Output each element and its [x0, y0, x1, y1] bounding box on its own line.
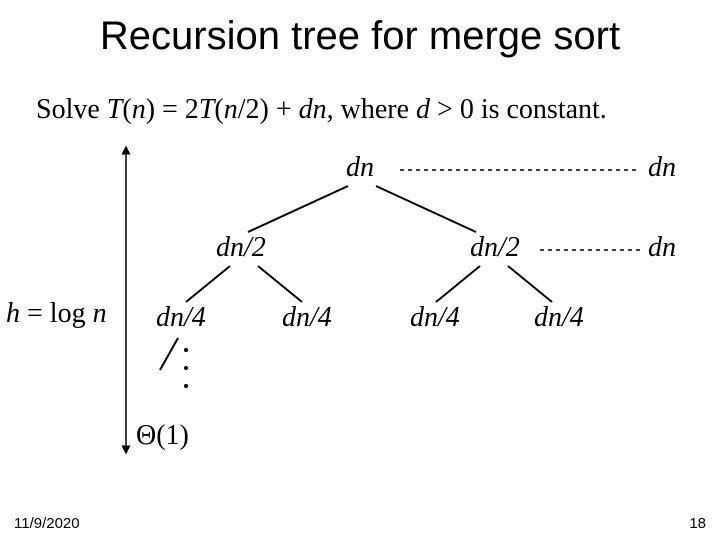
footer-page-number: 18	[689, 515, 706, 532]
tree-node-l1-left: dn/2	[216, 232, 266, 264]
height-n: n	[93, 298, 107, 329]
height-eq: = log	[20, 298, 93, 329]
tree-node-l1-right: dn/2	[470, 232, 520, 264]
tree-leaf-theta1: Θ(1)	[136, 420, 189, 452]
tree-height-label: h = log n	[6, 298, 107, 330]
rowcost-1: dn	[648, 232, 676, 264]
height-h: h	[6, 298, 20, 329]
footer-date: 11/9/2020	[14, 515, 80, 532]
tree-node-l2-d: dn/4	[534, 302, 584, 334]
rowcost-0: dn	[648, 152, 676, 184]
tree-node-l2-c: dn/4	[410, 302, 460, 334]
tree-root: dn	[346, 152, 374, 184]
tree-edges	[0, 0, 720, 540]
tree-node-l2-b: dn/4	[282, 302, 332, 334]
tree-node-l2-a: dn/4	[156, 302, 206, 334]
